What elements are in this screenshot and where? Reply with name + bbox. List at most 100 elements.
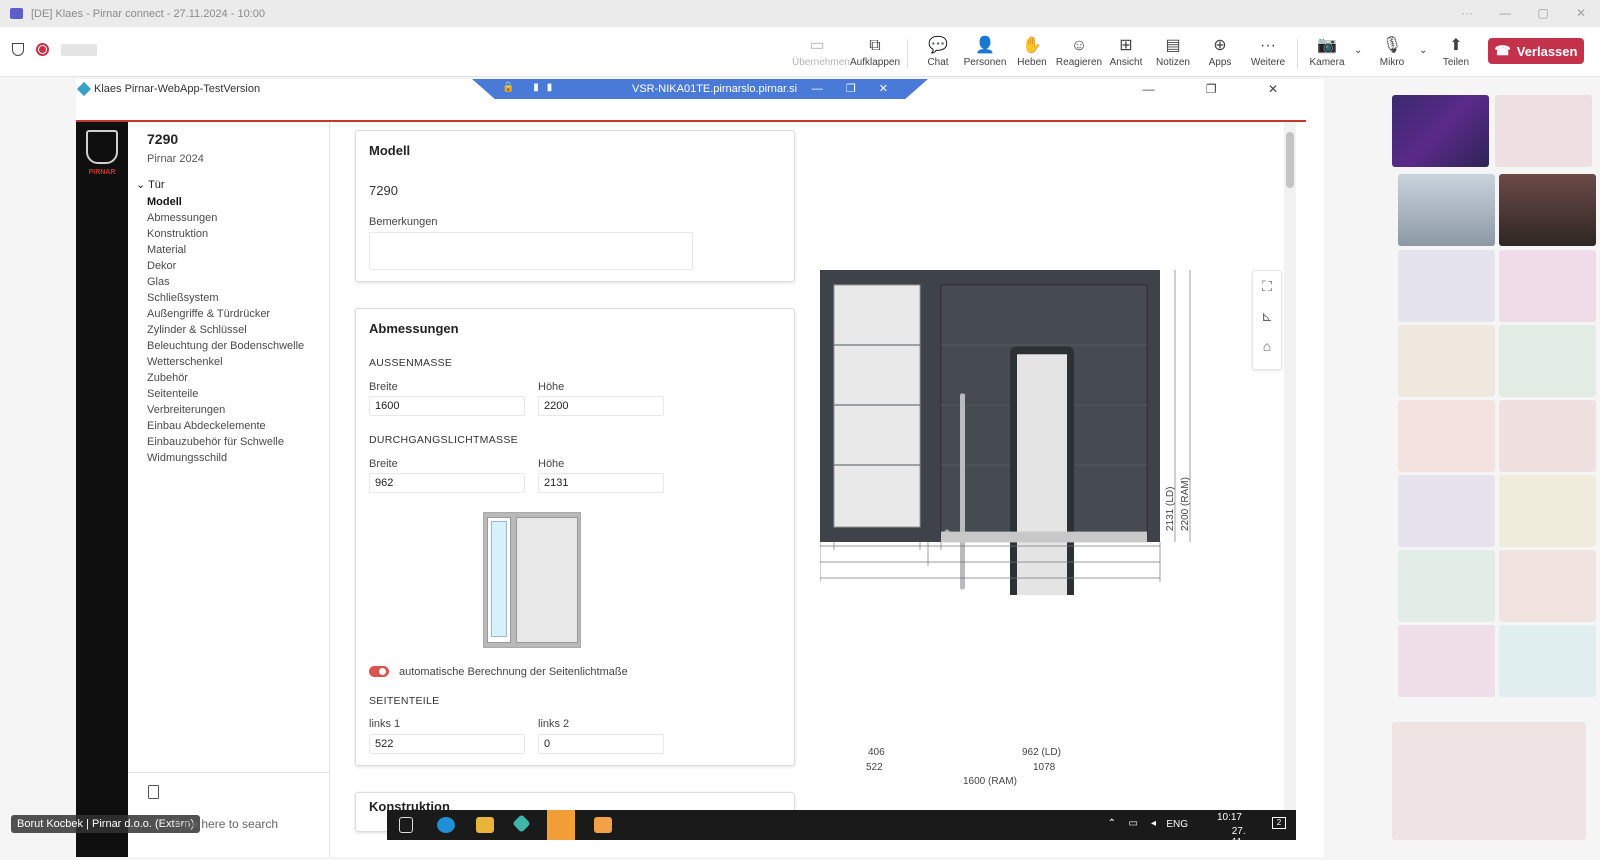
- content-scrollbar[interactable]: [1284, 122, 1296, 812]
- nav-item-einbau-abdeckelemente[interactable]: Einbau Abdeckelemente: [147, 418, 304, 434]
- participant-tile[interactable]: [1499, 400, 1596, 472]
- drawing-tools: ⛶ ⊾ ⌂: [1252, 270, 1282, 370]
- windows-taskbar: ⌃ ▭ ◂ ENG 10:17 27. 11. 2024 2: [387, 810, 1296, 859]
- file-explorer-icon[interactable]: [476, 817, 494, 833]
- participant-tile[interactable]: [1398, 400, 1495, 472]
- klaes-app-icon[interactable]: [594, 817, 612, 833]
- recording-icon: [36, 43, 49, 56]
- shared-screen: Klaes Pirnar-WebApp-TestVersion 🔒 ▮▮ VSR…: [76, 79, 1324, 857]
- chat-button[interactable]: 💬 Chat: [913, 35, 963, 75]
- more-button[interactable]: ··· Weitere: [1243, 35, 1293, 75]
- outer-width-input[interactable]: 1600: [369, 396, 525, 416]
- auto-calc-toggle[interactable]: [369, 666, 389, 677]
- outer-width-label: Breite: [369, 381, 398, 393]
- door-thumbnail: [483, 512, 581, 648]
- house-icon[interactable]: ⌂: [1253, 331, 1281, 361]
- nav-item-beleuchtung-der-bodenschwelle[interactable]: Beleuchtung der Bodenschwelle: [147, 338, 304, 354]
- participant-tile[interactable]: [1398, 625, 1495, 697]
- chevron-down-icon[interactable]: ⌄: [1354, 45, 1362, 56]
- clock-time[interactable]: 10:17: [1217, 812, 1242, 823]
- klaes-app-icon[interactable]: [547, 810, 575, 840]
- nav-item-wetterschenkel[interactable]: Wetterschenkel: [147, 354, 304, 370]
- pirnar-logo-icon: [86, 130, 118, 164]
- nav-item-widmungsschild[interactable]: Widmungsschild: [147, 450, 304, 466]
- scrollbar-thumb[interactable]: [1286, 132, 1294, 188]
- react-button[interactable]: ☺ Reagieren: [1054, 35, 1104, 75]
- take-control-button[interactable]: ▭ Übernehmen: [792, 35, 850, 75]
- nav-item-seitenteile[interactable]: Seitenteile: [147, 386, 304, 402]
- dim-sidelight-outer: 522: [866, 762, 883, 773]
- nav-item-konstruktion[interactable]: Konstruktion: [147, 226, 304, 242]
- clock-date[interactable]: 27. 11. 2024: [1232, 826, 1254, 859]
- outer-dimensions-section: AUSSENMASSE: [369, 357, 453, 369]
- dim-door-ld: 962 (LD): [1022, 747, 1061, 758]
- nav-item-einbauzubehör-für-schwelle[interactable]: Einbauzubehör für Schwelle: [147, 434, 304, 450]
- notes-button[interactable]: ▤ Notizen: [1148, 35, 1198, 75]
- participant-tile[interactable]: [1499, 174, 1596, 246]
- participant-tile[interactable]: [1398, 250, 1495, 322]
- taskbar-search[interactable]: Type here to search: [172, 817, 278, 831]
- view-button[interactable]: ⊞ Ansicht: [1101, 35, 1151, 75]
- outer-height-input[interactable]: 2200: [538, 396, 664, 416]
- participant-tile[interactable]: [1398, 550, 1495, 622]
- left1-label: links 1: [369, 718, 401, 730]
- participant-tile[interactable]: [1499, 325, 1596, 397]
- chevron-up-icon[interactable]: ⌃: [1108, 818, 1116, 829]
- participant-tile[interactable]: [1398, 475, 1495, 547]
- apps-button[interactable]: ⊕ Apps: [1195, 35, 1245, 75]
- remote-window-controls[interactable]: — ❐ ✕: [812, 82, 898, 95]
- brand-name: PIRNAR: [88, 169, 116, 176]
- participant-tile[interactable]: [1392, 722, 1586, 840]
- document-icon[interactable]: [148, 785, 159, 799]
- app-window-controls[interactable]: — ❐ ✕: [1143, 82, 1302, 96]
- more-icon[interactable]: ···: [1448, 0, 1486, 27]
- minimize-button[interactable]: —: [1486, 0, 1524, 27]
- raise-hand-button[interactable]: ✋ Heben: [1007, 35, 1057, 75]
- participant-tile[interactable]: [1499, 550, 1596, 622]
- share-button[interactable]: ⬆ Teilen: [1431, 35, 1481, 75]
- nav-item-zubehör[interactable]: Zubehör: [147, 370, 304, 386]
- close-button[interactable]: ✕: [1562, 0, 1600, 27]
- app-window-title: Klaes Pirnar-WebApp-TestVersion: [94, 83, 261, 95]
- remarks-label: Bemerkungen: [369, 216, 438, 228]
- clear-width-input[interactable]: 962: [369, 473, 525, 493]
- nav-item-material[interactable]: Material: [147, 242, 304, 258]
- clear-height-input[interactable]: 2131: [538, 473, 664, 493]
- task-view-icon[interactable]: [399, 817, 413, 833]
- edge-icon[interactable]: [437, 817, 455, 833]
- participant-tile[interactable]: [1499, 625, 1596, 697]
- language-indicator[interactable]: ENG: [1166, 819, 1188, 830]
- participant-tile[interactable]: [1499, 475, 1596, 547]
- fullscreen-icon[interactable]: ⛶: [1253, 271, 1281, 301]
- network-icon[interactable]: ▭: [1129, 818, 1138, 829]
- volume-icon[interactable]: ◂: [1151, 818, 1156, 829]
- group-door[interactable]: ⌄ Tür: [136, 178, 165, 191]
- participant-tile[interactable]: [1392, 95, 1489, 167]
- participant-tile[interactable]: [1499, 250, 1596, 322]
- door-drawing: [819, 270, 1210, 641]
- chevron-down-icon[interactable]: ⌄: [1419, 45, 1427, 56]
- left2-input[interactable]: 0: [538, 734, 664, 754]
- people-button[interactable]: 👤 Personen: [960, 35, 1010, 75]
- left1-input[interactable]: 522: [369, 734, 525, 754]
- nav-item-außengriffe-türdrücker[interactable]: Außengriffe & Türdrücker: [147, 306, 304, 322]
- maximize-button[interactable]: ▢: [1524, 0, 1562, 27]
- participant-tile[interactable]: [1398, 174, 1495, 246]
- remarks-input[interactable]: [369, 232, 693, 270]
- mic-button[interactable]: 🎙 Mikro: [1367, 35, 1417, 75]
- participant-tile[interactable]: [1495, 95, 1592, 167]
- nav-item-schließsystem[interactable]: Schließsystem: [147, 290, 304, 306]
- nav-item-glas[interactable]: Glas: [147, 274, 304, 290]
- pop-out-button[interactable]: ⧉ Aufklappen: [850, 35, 900, 75]
- nav-item-verbreiterungen[interactable]: Verbreiterungen: [147, 402, 304, 418]
- leave-button[interactable]: ☎ Verlassen: [1488, 38, 1584, 64]
- nav-item-modell[interactable]: Modell: [147, 194, 304, 210]
- nav-item-abmessungen[interactable]: Abmessungen: [147, 210, 304, 226]
- participant-tile[interactable]: [1398, 325, 1495, 397]
- notification-icon[interactable]: 2: [1272, 817, 1286, 829]
- nav-item-dekor[interactable]: Dekor: [147, 258, 304, 274]
- camera-button[interactable]: 📷 Kamera: [1302, 35, 1352, 75]
- app-diamond-icon[interactable]: [512, 814, 531, 833]
- measure-icon[interactable]: ⊾: [1253, 301, 1281, 331]
- nav-item-zylinder-schlüssel[interactable]: Zylinder & Schlüssel: [147, 322, 304, 338]
